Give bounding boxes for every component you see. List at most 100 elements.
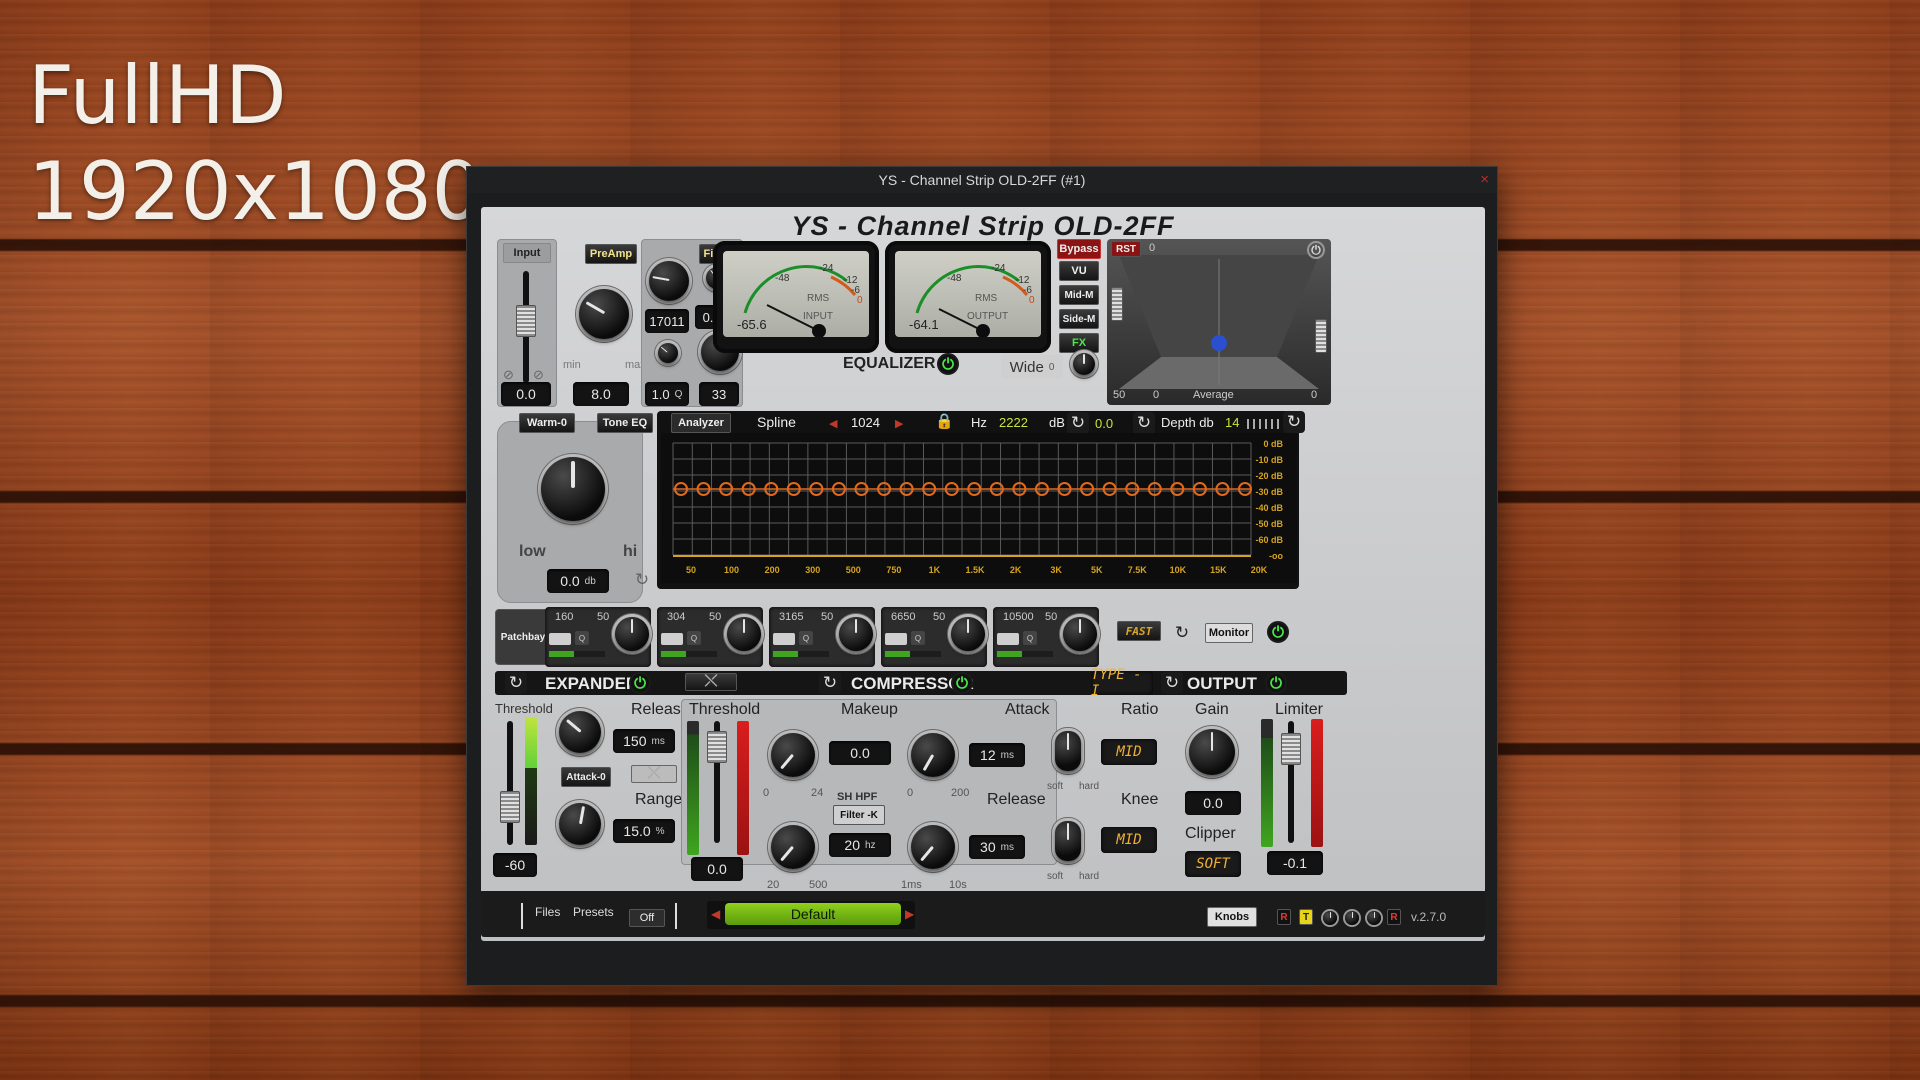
compressor-threshold-value[interactable]: 0.0 — [691, 857, 743, 881]
footer-knob-2[interactable] — [1345, 911, 1359, 925]
band-q-button[interactable]: Q — [1023, 631, 1037, 645]
tone-eq-knob[interactable] — [541, 457, 605, 521]
fft-left-arrow[interactable]: ◀ — [829, 417, 837, 430]
tone-reset-icon[interactable]: ↻ — [631, 569, 653, 591]
analyzer-reset-icon[interactable]: ↻ — [1283, 411, 1305, 433]
preamp-button[interactable]: PreAmp — [585, 244, 637, 264]
expander-range-value[interactable]: 15.0% — [613, 819, 675, 843]
files-menu[interactable]: Files — [535, 905, 560, 919]
attack-value[interactable]: 12 ms — [969, 743, 1025, 767]
clipper-value[interactable]: SOFT — [1185, 851, 1241, 877]
gain-knob[interactable] — [1189, 729, 1235, 775]
band-q-button[interactable]: Q — [575, 631, 589, 645]
preset-prev-arrow[interactable]: ◀ — [711, 907, 720, 921]
compressor-reset-icon[interactable]: ↻ — [819, 672, 841, 694]
band-gain-knob[interactable] — [1063, 617, 1097, 651]
preset-name[interactable]: Default — [725, 903, 901, 925]
compressor-power-icon[interactable]: ⏻ — [951, 672, 973, 694]
input-fader-handle[interactable] — [516, 305, 536, 337]
limiter-handle[interactable] — [1281, 733, 1301, 765]
release-value[interactable]: 30 ms — [969, 835, 1025, 859]
expander-sidechain-button[interactable]: ⤬ — [685, 673, 737, 691]
side-m-button[interactable]: Side-M — [1059, 309, 1099, 329]
fx-button[interactable]: FX — [1059, 333, 1099, 353]
monitor-button[interactable]: Monitor — [1205, 623, 1253, 643]
preset-next-arrow[interactable]: ▶ — [905, 907, 914, 921]
ratio-knob[interactable] — [1055, 731, 1081, 771]
band-toggle[interactable] — [549, 633, 571, 645]
release-knob[interactable] — [911, 825, 955, 869]
fft-right-arrow[interactable]: ▶ — [895, 417, 903, 430]
tone-eq-button[interactable]: Tone EQ — [597, 413, 653, 433]
presets-menu[interactable]: Presets — [573, 905, 614, 919]
warm-button[interactable]: Warm-0 — [519, 413, 575, 433]
knobs-button[interactable]: Knobs — [1207, 907, 1257, 927]
band-q-button[interactable]: Q — [687, 631, 701, 645]
band-toggle[interactable] — [773, 633, 795, 645]
input-value[interactable]: 0.0 — [501, 382, 551, 406]
bypass-button[interactable]: Bypass — [1057, 239, 1101, 259]
stereo-right-fader[interactable] — [1315, 319, 1327, 353]
patchbay-button[interactable]: Patchbay — [495, 609, 551, 665]
highpass-q-value[interactable]: 1.0 Q — [645, 382, 689, 406]
attack-knob[interactable] — [911, 733, 955, 777]
window-titlebar[interactable]: YS - Channel Strip OLD-2FF (#1) × — [467, 167, 1497, 193]
r-button-left[interactable]: R — [1277, 909, 1291, 925]
stereo-power-icon[interactable]: ⏻ — [1307, 241, 1325, 259]
band-toggle[interactable] — [997, 633, 1019, 645]
band-toggle[interactable] — [885, 633, 907, 645]
attack-button[interactable]: Attack-0 — [561, 767, 611, 787]
analyzer-button[interactable]: Analyzer — [671, 413, 731, 433]
band-q-button[interactable]: Q — [911, 631, 925, 645]
phase-icon-right[interactable]: ⊘ — [533, 367, 544, 383]
stereo-rst-button[interactable]: RST — [1111, 241, 1141, 257]
band-toggle[interactable] — [661, 633, 683, 645]
analyzer-mode[interactable]: Spline — [757, 414, 796, 430]
band-gain-knob[interactable] — [839, 617, 873, 651]
db-reset-icon[interactable]: ↻ — [1067, 412, 1089, 434]
depth-reset-icon[interactable]: ↻ — [1133, 412, 1155, 434]
band-gain-knob[interactable] — [951, 617, 985, 651]
expander-range-sidechain-button[interactable]: ⤬ — [631, 765, 677, 783]
compressor-threshold-handle[interactable] — [707, 731, 727, 763]
depth-slider[interactable] — [1247, 419, 1287, 429]
expander-threshold-value[interactable]: -60 — [493, 853, 537, 877]
equalizer-power-icon[interactable]: ⏻ — [937, 353, 959, 375]
fast-button[interactable]: FAST — [1117, 621, 1161, 641]
compressor-type-button[interactable]: TYPE - I — [1091, 667, 1153, 699]
preamp-value[interactable]: 8.0 — [573, 382, 629, 406]
lowpass-freq-knob[interactable] — [649, 261, 689, 301]
band-power-icon[interactable]: ⏻ — [1267, 621, 1289, 643]
expander-reset-icon[interactable]: ↻ — [505, 672, 527, 694]
ratio-value[interactable]: MID — [1101, 739, 1157, 765]
lowpass-freq-value[interactable]: 17011 — [645, 309, 689, 333]
vu-button[interactable]: VU — [1059, 261, 1099, 281]
band-gain-knob[interactable] — [727, 617, 761, 651]
filter-k-button[interactable]: Filter -K — [833, 805, 885, 825]
limiter-value[interactable]: -0.1 — [1267, 851, 1323, 875]
mid-m-button[interactable]: Mid-M — [1059, 285, 1099, 305]
off-button[interactable]: Off — [629, 909, 665, 927]
band-gain-knob[interactable] — [615, 617, 649, 651]
knee-knob[interactable] — [1055, 821, 1081, 861]
expander-power-icon[interactable]: ⏻ — [629, 672, 651, 694]
band-reset-icon[interactable]: ↻ — [1171, 622, 1193, 644]
knee-value[interactable]: MID — [1101, 827, 1157, 853]
wide-control[interactable]: Wide 0 — [1001, 355, 1063, 379]
sh-hpf-knob[interactable] — [771, 825, 815, 869]
phase-icon-left[interactable]: ⊘ — [503, 367, 514, 383]
r-button-right[interactable]: R — [1387, 909, 1401, 925]
makeup-knob[interactable] — [771, 733, 815, 777]
expander-release-knob[interactable] — [559, 711, 601, 753]
t-button[interactable]: T — [1299, 909, 1313, 925]
expander-threshold-track[interactable] — [507, 721, 513, 845]
eq-graph[interactable]: 0 dB -10 dB -20 dB -30 dB -40 dB -50 dB -60 dB… — [661, 433, 1297, 583]
highpass-freq-value[interactable]: 33 — [699, 382, 739, 406]
preamp-knob[interactable] — [579, 289, 629, 339]
hpf-value[interactable]: 20 hz — [829, 833, 891, 857]
footer-knob-3[interactable] — [1367, 911, 1381, 925]
band-q-button[interactable]: Q — [799, 631, 813, 645]
expander-range-knob[interactable] — [559, 803, 601, 845]
highpass-q-knob[interactable] — [658, 343, 678, 363]
stereo-mode[interactable]: Average — [1193, 389, 1234, 401]
